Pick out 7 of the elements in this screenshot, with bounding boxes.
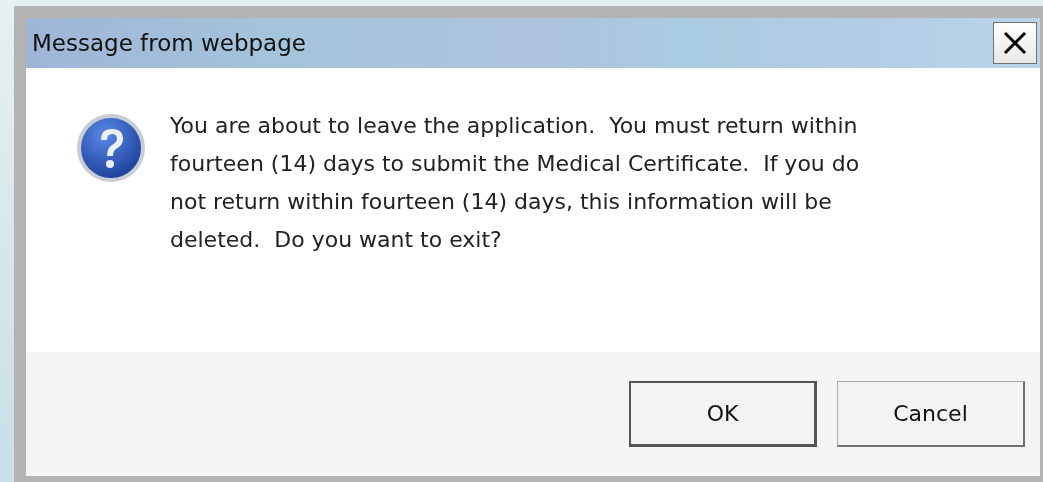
question-icon (76, 113, 146, 183)
ok-button[interactable]: OK (629, 381, 817, 447)
close-button[interactable] (993, 22, 1037, 64)
close-icon (1002, 30, 1028, 56)
window-title: Message from webpage (32, 30, 306, 56)
message-text: You are about to leave the application. You must return within fourteen (14) days to submit the Medical Certificate. If you do not return within fourteen (14) days, this information will be deleted. Do you want to exit? (170, 112, 860, 254)
cancel-button[interactable]: Cancel (837, 381, 1025, 447)
